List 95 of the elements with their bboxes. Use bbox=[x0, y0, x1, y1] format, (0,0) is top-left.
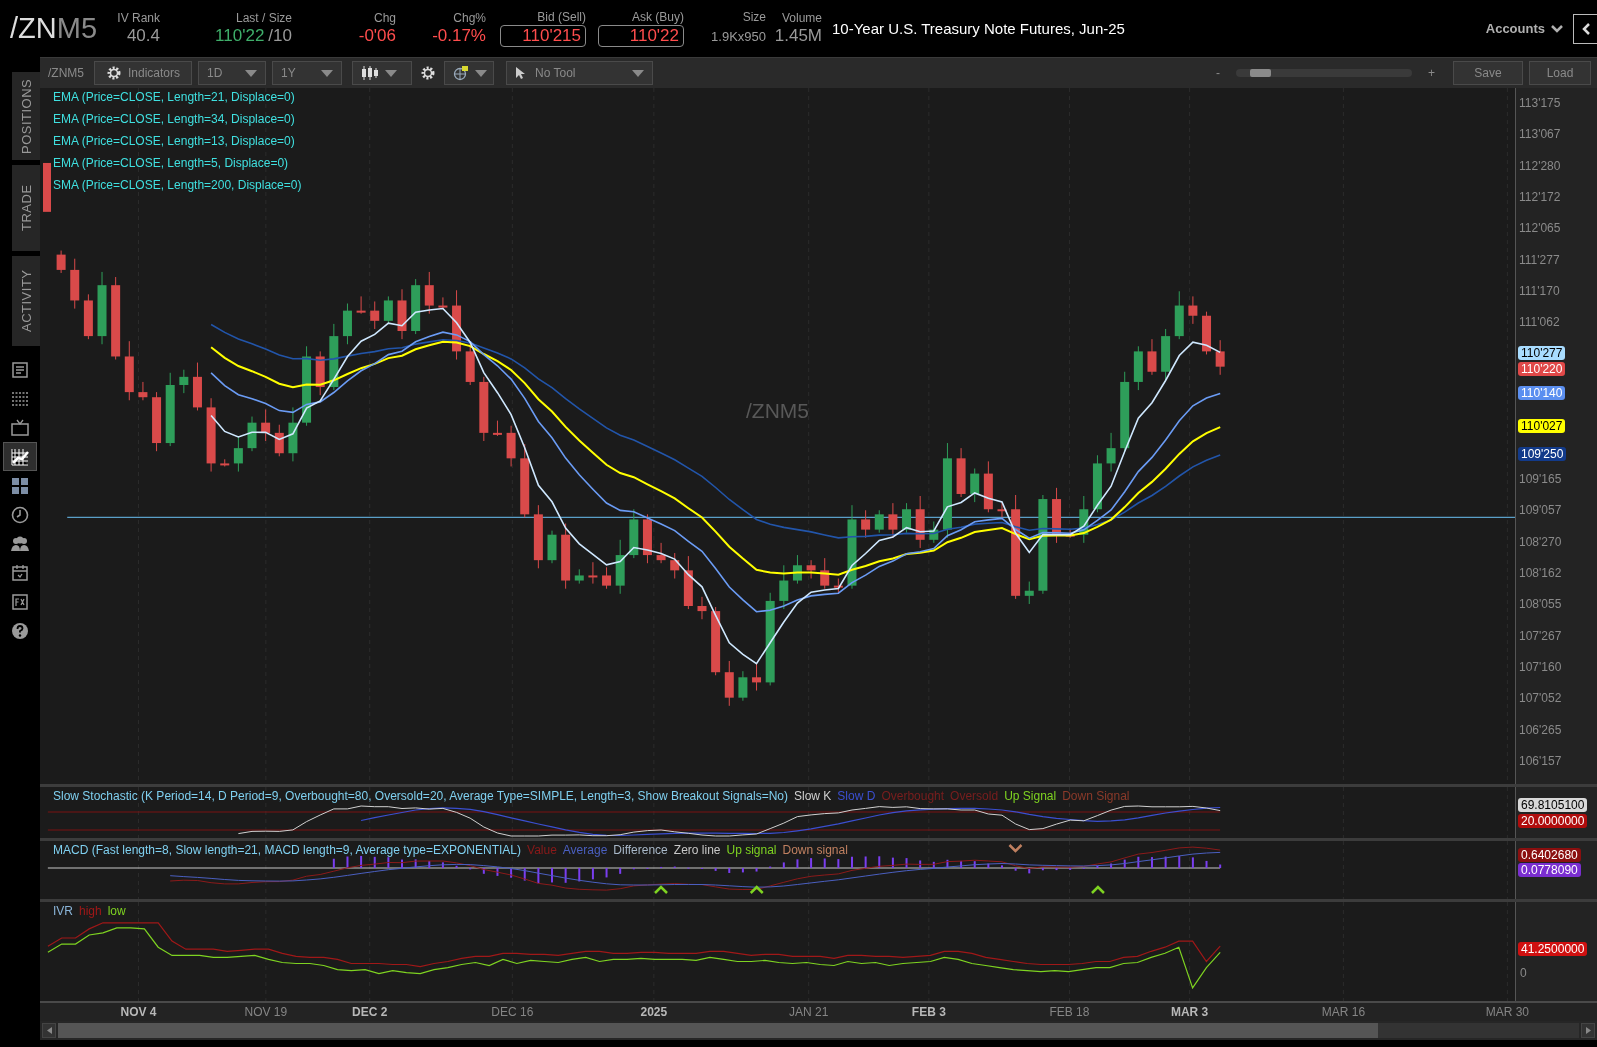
zoom-out-label: - bbox=[1216, 66, 1220, 80]
price-tick: 113'175 bbox=[1519, 96, 1561, 110]
stat-label: Last / Size bbox=[235, 11, 292, 25]
price-badge: 110'277 bbox=[1518, 346, 1566, 360]
date-label: NOV 4 bbox=[120, 1005, 157, 1019]
date-label: MAR 3 bbox=[1170, 1005, 1209, 1019]
stat-value: 1.45M bbox=[774, 26, 822, 46]
stat-value: -0'06 bbox=[358, 26, 396, 46]
legend-item: Zero line bbox=[673, 843, 721, 858]
legend-item: Overbought bbox=[881, 789, 945, 804]
legend-item: Average bbox=[562, 843, 608, 858]
stat-value: 40.4 bbox=[126, 26, 160, 46]
price-tick: 106'265 bbox=[1519, 722, 1562, 737]
side-tab[interactable]: POSITIONS bbox=[12, 72, 40, 160]
date-label: JAN 21 bbox=[789, 1005, 829, 1019]
price-tick: 107'160 bbox=[1519, 659, 1562, 674]
period-dropdown[interactable]: 1Y bbox=[272, 61, 342, 85]
stat-label: Volume bbox=[781, 11, 822, 25]
study-title: MACD (Fast length=8, Slow length=21, MACD length=9, Average type=EXPONENTIAL) bbox=[53, 843, 521, 858]
study-legend: SMA (Price=CLOSE, Length=200, Displace=0) bbox=[53, 177, 302, 194]
date-label: DEC 16 bbox=[491, 1005, 534, 1019]
stat-label: Size bbox=[742, 10, 766, 24]
drawing-tool-dropdown[interactable]: No Tool bbox=[506, 61, 653, 85]
date-label: MAR 30 bbox=[1485, 1005, 1530, 1019]
value-badge: 20.0000000 bbox=[1518, 814, 1588, 828]
price-tick: 111'170 bbox=[1519, 283, 1560, 298]
price-tick: 108'055 bbox=[1519, 597, 1562, 612]
legend-item: Up signal bbox=[726, 843, 777, 858]
legend-item: Up Signal bbox=[1004, 789, 1057, 804]
date-label: FEB 3 bbox=[911, 1005, 946, 1019]
aggregation-dropdown[interactable]: 1D bbox=[198, 61, 266, 85]
accounts-dropdown[interactable]: Accounts bbox=[1485, 21, 1563, 36]
date-label: FEB 18 bbox=[1049, 1005, 1090, 1019]
legend-item: Slow D bbox=[837, 789, 876, 804]
legend-item: Down signal bbox=[782, 843, 848, 858]
legend-item: Down Signal bbox=[1062, 789, 1130, 804]
zoom-in-label: + bbox=[1428, 66, 1435, 80]
stat-value: 110'22 bbox=[215, 26, 265, 46]
stat-label: Ask (Buy) bbox=[632, 10, 684, 24]
value-badge: 0.0778090 bbox=[1518, 863, 1581, 877]
legend-item: high bbox=[79, 904, 102, 919]
price-tick: 107'052 bbox=[1519, 691, 1562, 706]
price-badge: 109'250 bbox=[1518, 447, 1567, 461]
stat-label: Chg% bbox=[453, 11, 486, 25]
toolbar-button[interactable]: Save bbox=[1453, 61, 1523, 85]
study-legend: EMA (Price=CLOSE, Length=13, Displace=0) bbox=[53, 133, 302, 150]
value-badge: 0.6402680 bbox=[1518, 848, 1581, 862]
toolbar-button[interactable]: Load bbox=[1529, 61, 1591, 85]
price-tick: 109'165 bbox=[1519, 471, 1562, 486]
price-tick: 108'162 bbox=[1519, 565, 1562, 580]
symbol-title: /ZNM5 bbox=[10, 12, 98, 45]
price-tick: 111'277 bbox=[1519, 252, 1560, 267]
price-tick: 108'270 bbox=[1519, 534, 1562, 549]
axis-label: 0 bbox=[1520, 966, 1527, 980]
stat-value: 1.9Kx950 bbox=[711, 28, 766, 44]
symbol-watermark: /ZNM5 bbox=[746, 399, 809, 423]
study-title: Slow Stochastic (K Period=14, D Period=9, Overbought=80, Oversold=20, Average Type=SIMPLE, Length=3, Show Breakout Signals=No) bbox=[53, 789, 788, 804]
date-label: DEC 2 bbox=[352, 1005, 388, 1019]
stat-extra: /10 bbox=[268, 26, 292, 46]
study-legend: EMA (Price=CLOSE, Length=34, Displace=0) bbox=[53, 111, 302, 128]
price-badge: 110'027 bbox=[1518, 419, 1566, 433]
price-tick: 113'067 bbox=[1519, 127, 1561, 142]
side-tab[interactable]: TRADE bbox=[12, 165, 40, 251]
stat-label: Bid (Sell) bbox=[537, 10, 586, 24]
symbol-label: /ZNM5 bbox=[48, 66, 84, 80]
date-label: NOV 19 bbox=[244, 1005, 288, 1019]
price-tick: 109'057 bbox=[1519, 503, 1562, 518]
price-badge: 110'220 bbox=[1518, 362, 1566, 376]
stat-value: -0.17% bbox=[432, 26, 486, 46]
study-legend: EMA (Price=CLOSE, Length=5, Displace=0) bbox=[53, 155, 302, 172]
side-tab[interactable]: ACTIVITY bbox=[12, 256, 40, 346]
value-badge: 69.8105100 bbox=[1518, 798, 1588, 812]
stat-label: IV Rank bbox=[117, 11, 160, 25]
instrument-description: 10-Year U.S. Treasury Note Futures, Jun-25 bbox=[832, 20, 1125, 37]
quote-field[interactable]: 110'215 bbox=[500, 25, 586, 47]
price-tick: 112'172 bbox=[1519, 190, 1561, 204]
value-badge: 41.2500000 bbox=[1518, 942, 1588, 956]
price-tick: 112'280 bbox=[1519, 158, 1561, 173]
price-tick: 107'267 bbox=[1519, 628, 1562, 643]
study-legend: EMA (Price=CLOSE, Length=21, Displace=0) bbox=[53, 89, 302, 106]
legend-item: low bbox=[107, 904, 126, 919]
legend-item: Difference bbox=[613, 843, 668, 858]
legend-item: Slow K bbox=[794, 789, 832, 804]
price-tick: 106'157 bbox=[1519, 753, 1562, 768]
date-label: 2025 bbox=[640, 1005, 668, 1019]
legend-item: Oversold bbox=[950, 789, 999, 804]
stat-label: Chg bbox=[374, 11, 396, 25]
study-title: IVR bbox=[53, 904, 73, 919]
date-label: MAR 16 bbox=[1321, 1005, 1366, 1019]
price-tick: 112'065 bbox=[1519, 221, 1561, 236]
indicators-button[interactable]: Indicators bbox=[94, 61, 192, 85]
price-badge: 110'140 bbox=[1518, 386, 1566, 400]
legend-item: Value bbox=[527, 843, 557, 858]
price-tick: 111'062 bbox=[1519, 315, 1560, 330]
quote-field[interactable]: 110'22 bbox=[598, 25, 684, 47]
